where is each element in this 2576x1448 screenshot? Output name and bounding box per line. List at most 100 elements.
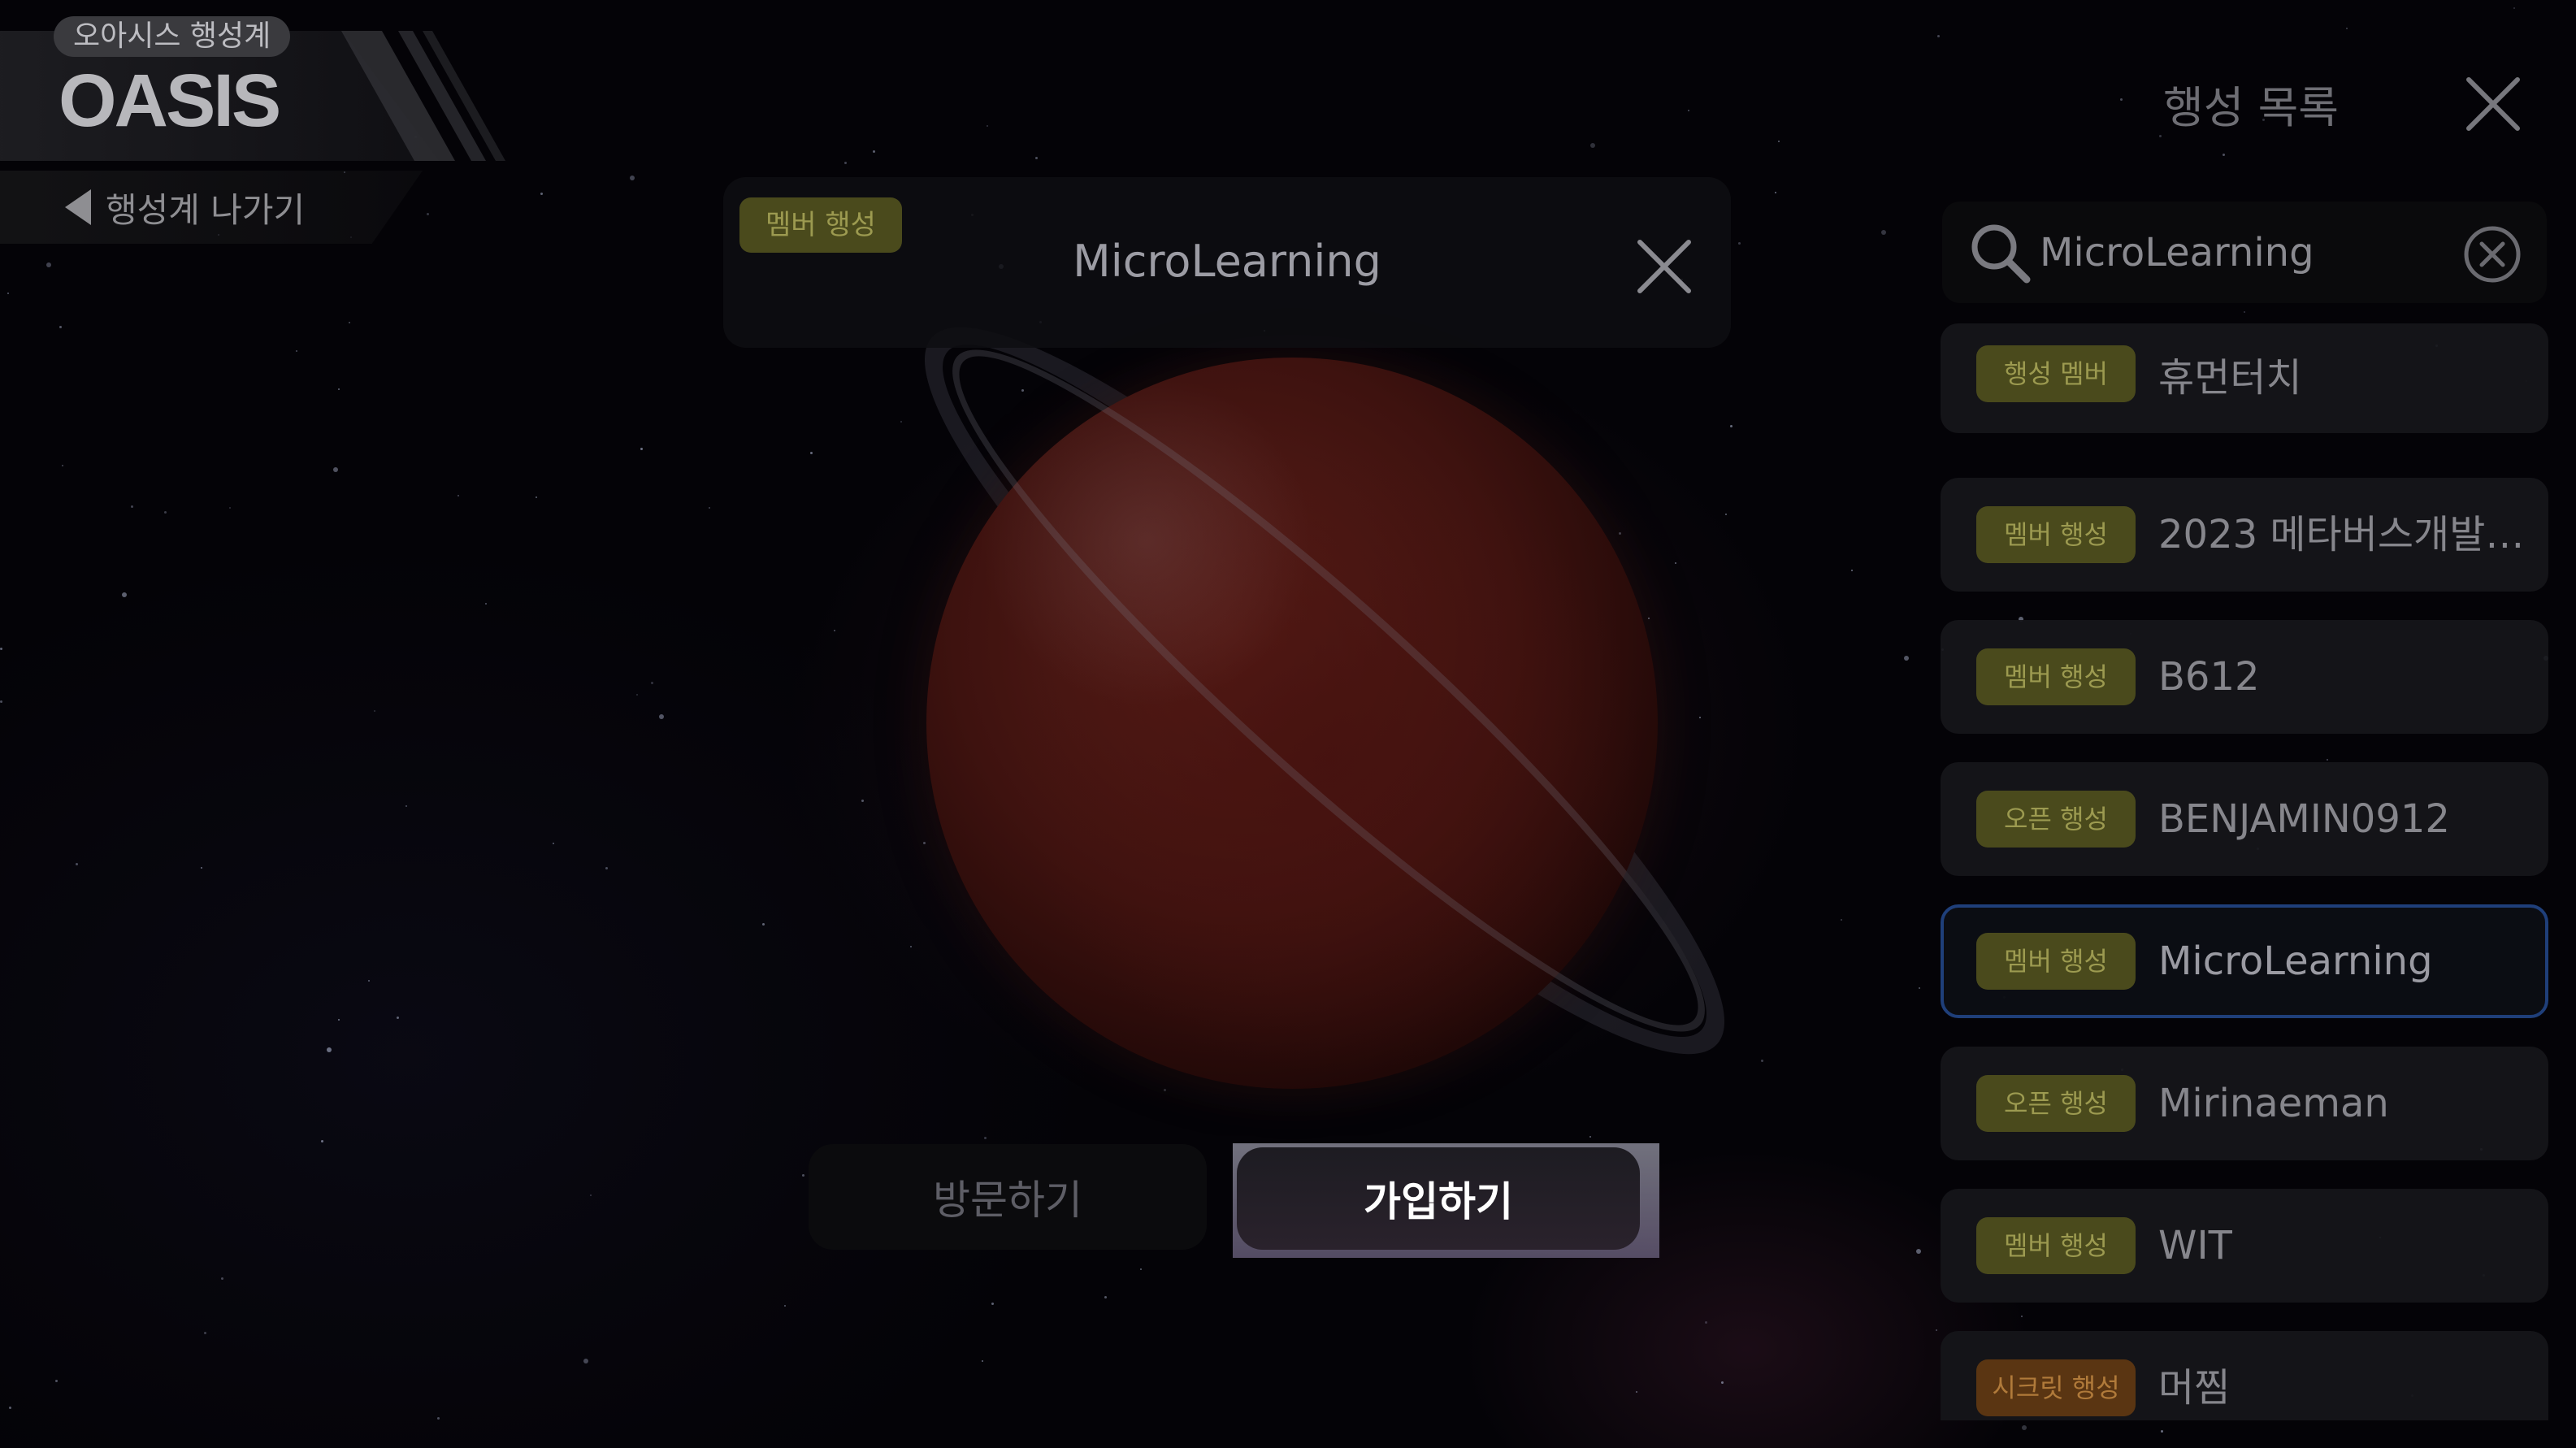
planet-list-item[interactable]: 멤버 행성 WIT bbox=[1941, 1189, 2548, 1303]
star bbox=[1705, 1321, 1707, 1324]
star bbox=[605, 867, 608, 869]
planet-list[interactable]: 행성 멤버 휴먼터치 멤버 행성 2023 메타버스개발… 멤버 행성 B612… bbox=[1941, 323, 2548, 1420]
star bbox=[1721, 1381, 1724, 1384]
star bbox=[540, 193, 543, 195]
star bbox=[709, 507, 710, 509]
star bbox=[991, 1303, 994, 1305]
star bbox=[321, 1140, 323, 1142]
star bbox=[427, 213, 429, 215]
star bbox=[437, 1417, 440, 1420]
planet-tag: 멤버 행성 bbox=[1976, 648, 2136, 705]
planet-name: B612 bbox=[2158, 654, 2260, 700]
star bbox=[122, 592, 127, 597]
clear-search-icon[interactable] bbox=[2462, 224, 2522, 284]
planet-list-item-selected[interactable]: 멤버 행성 MicroLearning bbox=[1941, 904, 2548, 1018]
star bbox=[55, 1380, 58, 1382]
star bbox=[1590, 143, 1595, 148]
planet-name: 2023 메타버스개발… bbox=[2158, 512, 2524, 557]
star bbox=[536, 496, 537, 498]
star bbox=[2022, 1425, 2027, 1430]
logo-text: OASIS bbox=[59, 59, 281, 142]
star bbox=[0, 700, 2, 703]
star bbox=[2161, 1430, 2163, 1433]
visit-button[interactable]: 방문하기 bbox=[809, 1144, 1207, 1250]
star bbox=[651, 682, 653, 684]
planet-tag: 멤버 행성 bbox=[1976, 1217, 2136, 1274]
star bbox=[1851, 570, 1853, 571]
planet-list-item[interactable]: 행성 멤버 휴먼터치 bbox=[1941, 323, 2548, 433]
star bbox=[802, 1174, 804, 1177]
exit-planet-system-button[interactable]: 행성계 나가기 bbox=[0, 171, 423, 244]
planet-tag: 멤버 행성 bbox=[1976, 506, 2136, 563]
back-arrow-icon bbox=[65, 189, 91, 225]
search-icon bbox=[1971, 224, 2031, 284]
star bbox=[834, 630, 835, 631]
star bbox=[659, 714, 664, 719]
planet-list-item[interactable]: 오픈 행성 Mirinaeman bbox=[1941, 1047, 2548, 1160]
star bbox=[485, 603, 487, 605]
star bbox=[1589, 1136, 1591, 1138]
planet-list-item[interactable]: 오픈 행성 BENJAMIN0912 bbox=[1941, 762, 2548, 876]
star bbox=[131, 505, 133, 508]
planet-list-item[interactable]: 멤버 행성 2023 메타버스개발… bbox=[1941, 478, 2548, 592]
star bbox=[1937, 35, 1940, 37]
star bbox=[164, 511, 167, 514]
star bbox=[784, 1305, 786, 1307]
star bbox=[9, 1407, 11, 1409]
oasis-planet-scene: 오아시스 행성계 OASIS 행성계 나가기 멤버 행성 MicroLearni… bbox=[0, 0, 2576, 1448]
star bbox=[333, 467, 338, 472]
close-icon[interactable] bbox=[1632, 234, 1697, 299]
star bbox=[762, 923, 765, 926]
planet-name: Mirinaeman bbox=[2158, 1081, 2389, 1126]
star bbox=[861, 800, 864, 802]
star bbox=[374, 710, 375, 712]
planet-name: BENJAMIN0912 bbox=[2158, 796, 2450, 842]
planet-list-title: 행성 목록 bbox=[2163, 82, 2339, 133]
star bbox=[2120, 98, 2123, 101]
search-input[interactable] bbox=[2040, 202, 2430, 303]
star bbox=[229, 507, 231, 509]
star bbox=[583, 1359, 588, 1363]
planet-tag: 시크릿 행성 bbox=[1976, 1359, 2136, 1416]
planet-search-box bbox=[1942, 202, 2547, 303]
close-icon[interactable] bbox=[2462, 73, 2524, 135]
join-button[interactable]: 가입하기 bbox=[1237, 1147, 1640, 1250]
star bbox=[59, 326, 62, 328]
star bbox=[201, 867, 202, 869]
star bbox=[2223, 154, 2225, 156]
star bbox=[2513, 7, 2515, 9]
star bbox=[2244, 311, 2245, 313]
star bbox=[1775, 192, 1776, 193]
star bbox=[2346, 28, 2348, 29]
star bbox=[1778, 141, 1780, 142]
planet-name: 휴먼터치 bbox=[2158, 355, 2302, 401]
planet-tag: 행성 멤버 bbox=[1976, 345, 2136, 402]
star bbox=[553, 843, 554, 844]
star bbox=[590, 1194, 592, 1196]
planet-info-card: 멤버 행성 MicroLearning bbox=[723, 177, 1731, 348]
star bbox=[1140, 1268, 1142, 1270]
star bbox=[0, 648, 2, 650]
star bbox=[873, 150, 875, 153]
planet-name: WIT bbox=[2158, 1223, 2232, 1268]
star bbox=[982, 1360, 983, 1362]
planet-visual[interactable] bbox=[856, 236, 1793, 1129]
planet-list-item[interactable]: 멤버 행성 B612 bbox=[1941, 620, 2548, 734]
star bbox=[46, 262, 51, 267]
star bbox=[76, 863, 78, 865]
planet-title: MicroLearning bbox=[1073, 236, 1381, 287]
star bbox=[1881, 230, 1886, 235]
star bbox=[338, 1019, 340, 1021]
star bbox=[221, 1277, 223, 1280]
star bbox=[987, 125, 988, 127]
planet-name: 머찜 bbox=[2158, 1365, 2231, 1411]
star bbox=[1636, 1391, 1637, 1393]
star bbox=[327, 1047, 332, 1052]
star bbox=[338, 388, 340, 390]
star bbox=[1919, 987, 1920, 989]
exit-planet-system-label: 행성계 나가기 bbox=[106, 189, 306, 230]
planet-tag: 오픈 행성 bbox=[1976, 791, 2136, 848]
planet-list-item[interactable]: 시크릿 행성 머찜 bbox=[1941, 1331, 2548, 1420]
planet-tag: 오픈 행성 bbox=[1976, 1075, 2136, 1132]
star bbox=[368, 980, 370, 982]
